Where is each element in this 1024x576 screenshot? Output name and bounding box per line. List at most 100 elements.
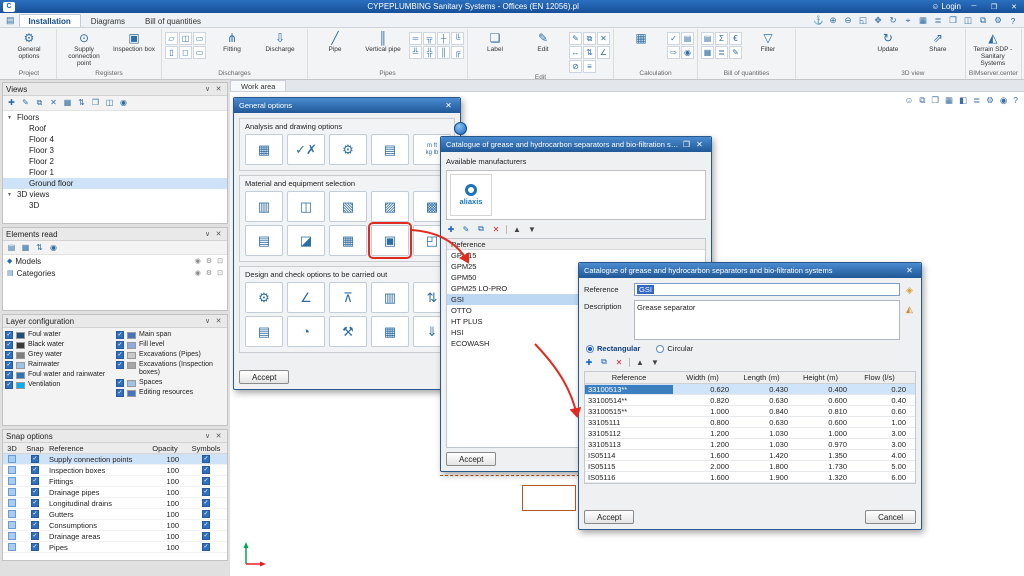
layer-checkbox[interactable]: ✓: [5, 331, 13, 339]
layer-checkbox[interactable]: ✓: [116, 331, 124, 339]
elements-row[interactable]: ◆ Models ◉ ⚙ ⊡: [3, 255, 227, 267]
ribbon-small-button[interactable]: ▭: [193, 46, 206, 59]
settings-icon[interactable]: ⚙: [206, 257, 212, 265]
vertical-pipe-button[interactable]: ║ Vertical pipe: [359, 30, 407, 55]
snap-row[interactable]: ✓ Longitudinal drains 100 ✓: [3, 498, 227, 509]
add-view-icon[interactable]: ✚: [6, 98, 17, 108]
snap-checkbox[interactable]: ✓: [31, 521, 39, 529]
discharge-button[interactable]: ⇩ Discharge: [256, 30, 304, 55]
grid-icon[interactable]: ▦: [918, 15, 928, 26]
ribbon-small-button[interactable]: ⧉: [583, 32, 596, 45]
ribbon-small-button[interactable]: Σ: [715, 32, 728, 45]
size-row[interactable]: 33105111 0.800 0.630 0.600 1.00: [585, 417, 915, 428]
settings-icon[interactable]: ⚙: [206, 269, 212, 277]
snap-row[interactable]: ✓ Gutters 100 ✓: [3, 509, 227, 520]
layer-checkbox[interactable]: ✓: [116, 379, 124, 387]
export-view-icon[interactable]: ◫: [104, 98, 115, 108]
inspection-boxes-catalogue-icon[interactable]: ◫: [287, 191, 325, 222]
main-menu-icon[interactable]: ▤: [2, 15, 19, 27]
export-to-library-icon[interactable]: ◭: [906, 304, 913, 315]
reference-input[interactable]: GSI: [634, 283, 900, 296]
expander-icon[interactable]: ▾: [8, 191, 17, 198]
move-down-icon[interactable]: ▼: [650, 358, 660, 367]
accept-button[interactable]: Accept: [446, 452, 497, 466]
3d-toggle[interactable]: [8, 477, 16, 485]
snap-row[interactable]: ✓ Drainage pipes 100 ✓: [3, 487, 227, 498]
snap-checkbox[interactable]: ✓: [31, 477, 39, 485]
dialog-maximize-icon[interactable]: ❐: [680, 140, 693, 149]
elements-row[interactable]: ▤ Categories ◉ ⚙ ⊡: [3, 267, 227, 279]
add-icon[interactable]: ✚: [446, 225, 456, 234]
ribbon-tab[interactable]: Diagrams: [81, 14, 135, 27]
ribbon-small-button[interactable]: ▤: [681, 32, 694, 45]
view-options-icon[interactable]: ▦: [62, 98, 73, 108]
duplicate-icon[interactable]: ⧉: [978, 15, 988, 26]
description-input[interactable]: Grease separator: [634, 300, 900, 340]
calculation-options-icon[interactable]: ▦: [245, 134, 283, 165]
panel-close-icon[interactable]: ✕: [213, 432, 224, 440]
size-row[interactable]: 33100514** 0.820 0.630 0.600 0.40: [585, 395, 915, 406]
expander-icon[interactable]: ▾: [8, 114, 17, 121]
3d-toggle[interactable]: [8, 455, 16, 463]
excavation-options-icon[interactable]: ⚒: [329, 316, 367, 347]
panel-collapse-icon[interactable]: ∨: [202, 85, 213, 93]
fitting-button[interactable]: ⋔ Fitting: [208, 30, 256, 55]
3d-toggle[interactable]: [8, 499, 16, 507]
import-from-library-icon[interactable]: ◈: [906, 285, 913, 296]
help-button[interactable]: [454, 122, 467, 135]
layer-checkbox[interactable]: ✓: [116, 361, 124, 369]
ribbon-small-button[interactable]: ▱: [165, 32, 178, 45]
opacity-value[interactable]: 100: [151, 510, 185, 519]
snap-row[interactable]: ✓ Drainage areas 100 ✓: [3, 531, 227, 542]
opacity-value[interactable]: 100: [151, 499, 185, 508]
copy-icon[interactable]: ⧉: [599, 357, 609, 367]
layer-checkbox[interactable]: ✓: [5, 361, 13, 369]
sizing-options-icon[interactable]: ▤: [245, 316, 283, 347]
manufacturer-tile[interactable]: aliaxis: [450, 174, 492, 216]
print-view-icon[interactable]: ❐: [90, 98, 101, 108]
ribbon-small-button[interactable]: ◻: [179, 46, 192, 59]
snap-row[interactable]: ✓ Fittings 100 ✓: [3, 476, 227, 487]
ribbon-small-button[interactable]: ╩: [409, 46, 422, 59]
edit-icon[interactable]: ✎: [461, 225, 471, 234]
symbols-checkbox[interactable]: ✓: [202, 455, 210, 463]
snap-checkbox[interactable]: ✓: [31, 455, 39, 463]
size-row[interactable]: 33105112 1.200 1.030 1.000 3.00: [585, 428, 915, 439]
calculate-button[interactable]: ▦: [617, 30, 665, 48]
visibility-icon[interactable]: ◉: [118, 98, 129, 108]
symbols-checkbox[interactable]: ✓: [202, 543, 210, 551]
tree-item-3d-view[interactable]: 3D: [3, 200, 227, 211]
layer-checkbox[interactable]: ✓: [5, 351, 13, 359]
new-window-icon[interactable]: ❐: [948, 15, 958, 26]
dialog-close-icon[interactable]: ✕: [693, 140, 706, 149]
layer-checkbox[interactable]: ✓: [116, 341, 124, 349]
filter-button[interactable]: ▽ Filter: [744, 30, 792, 55]
ribbon-small-button[interactable]: ⇅: [583, 46, 596, 59]
ribbon-small-button[interactable]: ┼: [437, 32, 450, 45]
supply-connection-point-button[interactable]: ⊙ Supply connection point: [60, 30, 108, 69]
fill-level-check-icon[interactable]: ▥: [371, 282, 409, 313]
pumps-catalogue-icon[interactable]: ▧: [329, 191, 367, 222]
visible-icon[interactable]: ◉: [195, 269, 201, 277]
move-up-icon[interactable]: ▲: [635, 358, 645, 367]
ribbon-small-button[interactable]: ◉: [681, 46, 694, 59]
close-button[interactable]: ✕: [1007, 3, 1021, 11]
shape-radio[interactable]: Rectangular: [586, 344, 640, 353]
ribbon-small-button[interactable]: ▭: [193, 32, 206, 45]
tree-item-floor[interactable]: Roof: [3, 123, 227, 134]
tree-item-floor[interactable]: Floor 1: [3, 167, 227, 178]
drains-catalogue-icon[interactable]: ▤: [245, 225, 283, 256]
lock-icon[interactable]: ⊡: [217, 257, 223, 265]
workarea-tab[interactable]: Work area: [230, 80, 287, 91]
opacity-value[interactable]: 100: [151, 543, 185, 552]
tree-icon[interactable]: ▦: [20, 243, 31, 252]
snap-checkbox[interactable]: ✓: [31, 543, 39, 551]
general-options-button[interactable]: ⚙ General options: [5, 30, 53, 62]
lock-icon[interactable]: ⊡: [217, 269, 223, 277]
size-row[interactable]: IS05115 2.000 1.800 1.730 5.00: [585, 461, 915, 472]
3d-toggle[interactable]: [8, 521, 16, 529]
snap-checkbox[interactable]: ✓: [31, 510, 39, 518]
size-row[interactable]: 33105113 1.200 1.030 0.970 3.00: [585, 439, 915, 450]
sort-icon[interactable]: ⇅: [34, 243, 45, 252]
accept-button[interactable]: Accept: [239, 370, 290, 384]
